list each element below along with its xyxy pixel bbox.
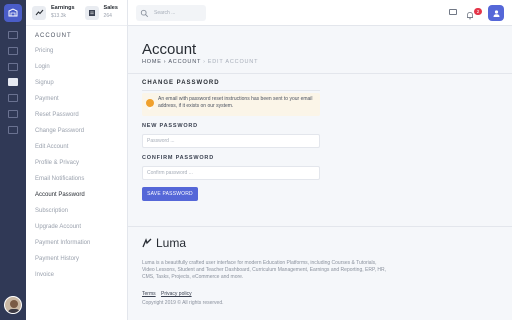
sidebar-menu: Pricing Login Signup Payment Reset Password C… bbox=[26, 43, 127, 283]
confirm-password-field[interactable]: Confirm password ... bbox=[142, 166, 320, 180]
footer-description: Luma is a beautifully crafted user inter… bbox=[142, 260, 387, 280]
account-menu-button[interactable] bbox=[488, 5, 504, 21]
breadcrumb: HOME › ACCOUNT › EDIT ACCOUNT bbox=[142, 59, 258, 65]
trending-up-icon bbox=[32, 5, 46, 20]
breadcrumb-separator: › bbox=[163, 59, 167, 65]
sales-stat: Sales 264 bbox=[84, 5, 118, 20]
notification-badge: 2 bbox=[474, 8, 482, 15]
confirm-password-label: CONFIRM PASSWORD bbox=[142, 155, 214, 161]
sidebar-item-invoice[interactable]: Invoice bbox=[26, 267, 127, 283]
check-circle-icon bbox=[146, 99, 154, 110]
rail-messages-icon[interactable] bbox=[8, 94, 18, 102]
sidebar-item-payment-history[interactable]: Payment History bbox=[26, 251, 127, 267]
sidebar-item-email-notifications[interactable]: Email Notifications bbox=[26, 171, 127, 187]
section-divider bbox=[142, 90, 320, 91]
brand-name: Luma bbox=[156, 236, 187, 250]
top-bar: Search ... 2 bbox=[128, 0, 512, 26]
sidebar-item-signup[interactable]: Signup bbox=[26, 75, 127, 91]
rail-dashboard-icon[interactable] bbox=[8, 47, 18, 55]
earnings-label: Earnings bbox=[51, 5, 75, 12]
save-password-button[interactable]: SAVE PASSWORD bbox=[142, 187, 198, 201]
sales-label: Sales bbox=[103, 5, 118, 12]
receipt-icon bbox=[84, 5, 99, 20]
sidebar-item-payment[interactable]: Payment bbox=[26, 91, 127, 107]
sidebar-item-payment-information[interactable]: Payment Information bbox=[26, 235, 127, 251]
luma-logo-icon bbox=[142, 238, 152, 248]
reset-alert: An email with password reset instruction… bbox=[142, 93, 320, 116]
header-divider bbox=[128, 73, 512, 74]
breadcrumb-current: EDIT ACCOUNT bbox=[207, 59, 259, 65]
breadcrumb-separator: › bbox=[203, 59, 206, 65]
sidebar-item-change-password[interactable]: Change Password bbox=[26, 123, 127, 139]
search-placeholder: Search ... bbox=[154, 10, 176, 16]
footer-links: Terms Privacy policy bbox=[142, 291, 196, 297]
main-content: Account HOME › ACCOUNT › EDIT ACCOUNT CH… bbox=[128, 26, 512, 320]
app-logo-icon[interactable] bbox=[4, 4, 22, 22]
change-password-title: CHANGE PASSWORD bbox=[142, 80, 220, 86]
search-input[interactable]: Search ... bbox=[136, 5, 206, 21]
rail-account-icon[interactable] bbox=[8, 78, 18, 86]
search-icon bbox=[140, 9, 149, 17]
sidebar-item-pricing[interactable]: Pricing bbox=[26, 43, 127, 59]
bell-icon[interactable] bbox=[466, 7, 474, 20]
sidebar: Earnings $13.3k Sales 264 ACCOUNT Pricin… bbox=[26, 0, 128, 320]
rail-courses-icon[interactable] bbox=[8, 63, 18, 71]
new-password-field[interactable]: Password ... bbox=[142, 134, 320, 148]
icon-rail bbox=[0, 0, 26, 320]
sidebar-item-login[interactable]: Login bbox=[26, 59, 127, 75]
earnings-value: $13.3k bbox=[51, 12, 67, 19]
sidebar-item-subscription[interactable]: Subscription bbox=[26, 203, 127, 219]
rail-settings-icon[interactable] bbox=[8, 126, 18, 134]
sidebar-item-reset-password[interactable]: Reset Password bbox=[26, 107, 127, 123]
copyright: Copyright 2019 © All rights reserved. bbox=[142, 300, 224, 306]
earnings-stat: Earnings $13.3k bbox=[32, 5, 75, 20]
breadcrumb-parent[interactable]: ACCOUNT bbox=[168, 59, 201, 65]
sidebar-item-account-password[interactable]: Account Password bbox=[26, 187, 127, 203]
footer-brand: Luma bbox=[142, 236, 186, 250]
alert-message: An email with password reset instruction… bbox=[158, 96, 313, 109]
page-title: Account bbox=[142, 41, 197, 58]
user-icon bbox=[493, 9, 499, 17]
rail-calendar-icon[interactable] bbox=[8, 110, 18, 118]
sidebar-item-upgrade-account[interactable]: Upgrade Account bbox=[26, 219, 127, 235]
sidebar-section-title: ACCOUNT bbox=[35, 33, 72, 39]
sales-value: 264 bbox=[103, 12, 112, 19]
new-password-label: NEW PASSWORD bbox=[142, 123, 198, 129]
privacy-link[interactable]: Privacy policy bbox=[161, 291, 192, 297]
stats-bar: Earnings $13.3k Sales 264 bbox=[26, 0, 127, 26]
sidebar-item-edit-account[interactable]: Edit Account bbox=[26, 139, 127, 155]
rail-graduation-icon[interactable] bbox=[8, 31, 18, 39]
mail-icon[interactable] bbox=[449, 9, 457, 15]
user-avatar[interactable] bbox=[4, 296, 22, 314]
breadcrumb-home[interactable]: HOME bbox=[142, 59, 162, 65]
footer-divider bbox=[128, 226, 512, 227]
terms-link[interactable]: Terms bbox=[142, 291, 156, 297]
sidebar-item-profile-privacy[interactable]: Profile & Privacy bbox=[26, 155, 127, 171]
